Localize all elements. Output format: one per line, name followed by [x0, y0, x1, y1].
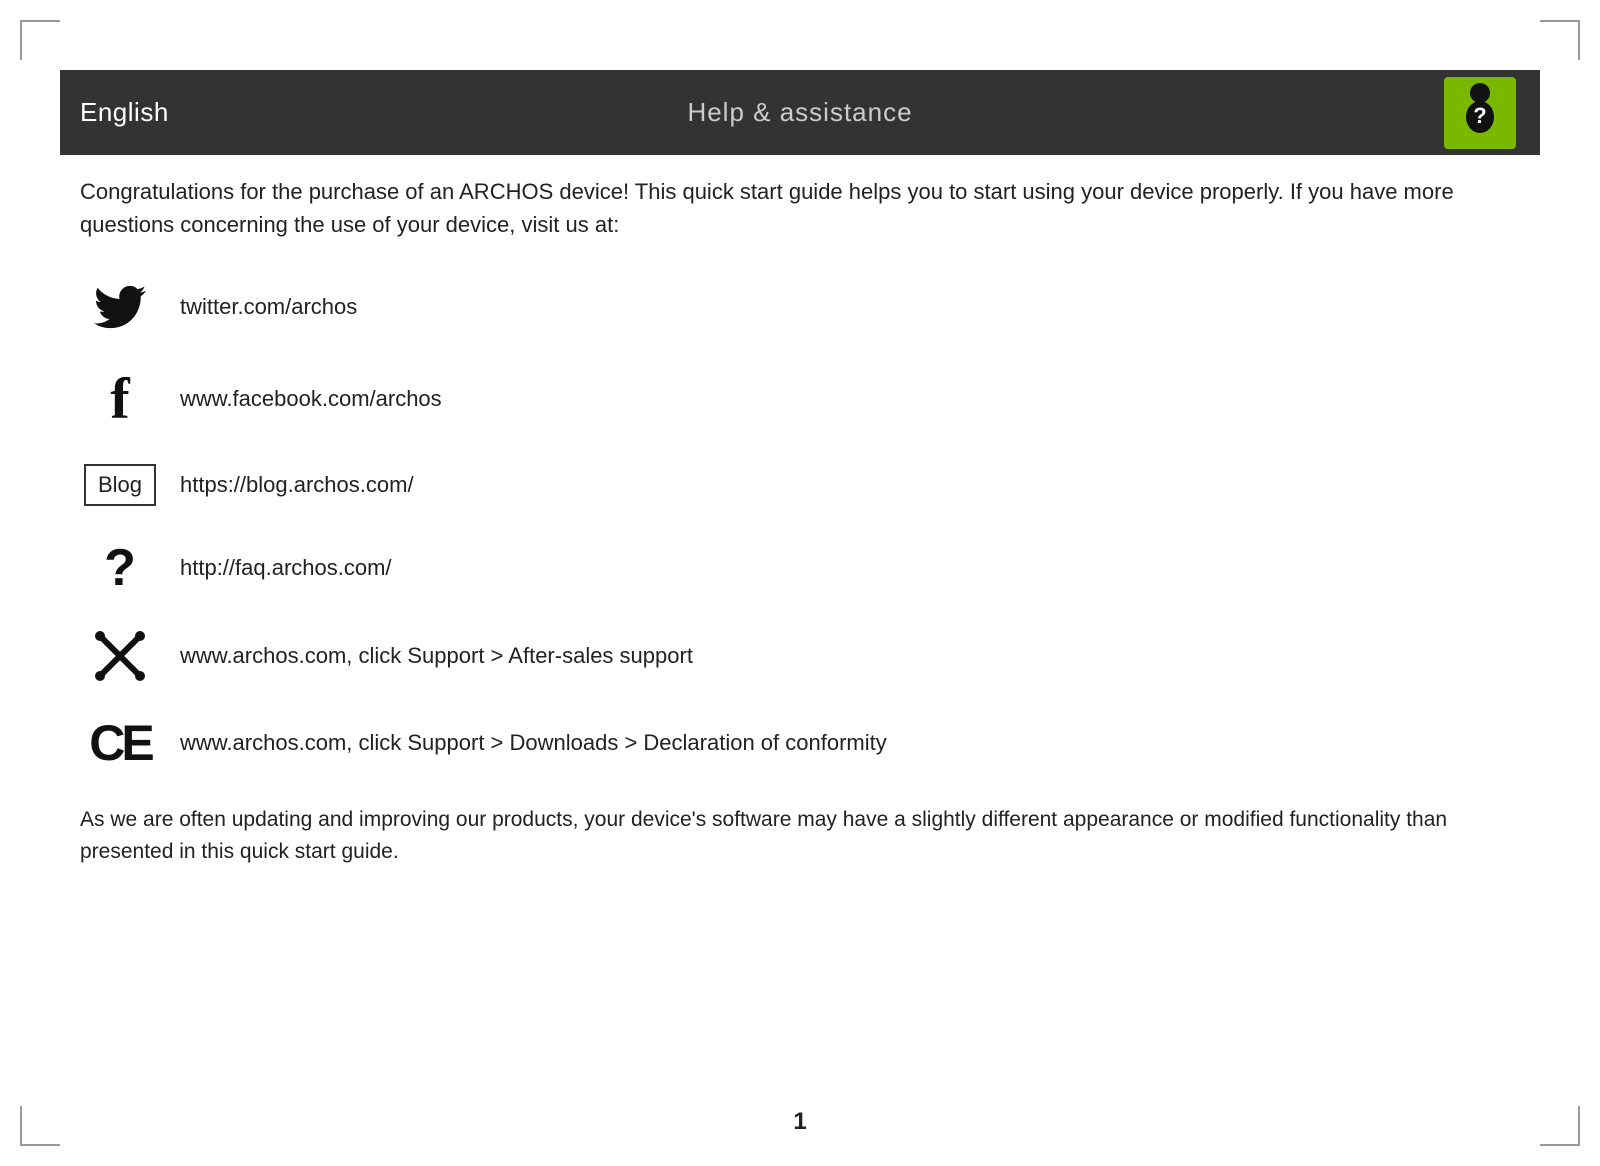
facebook-url: www.facebook.com/archos [180, 386, 442, 412]
list-item: Blog https://blog.archos.com/ [80, 464, 1520, 506]
twitter-url: twitter.com/archos [180, 294, 357, 320]
svg-text:?: ? [1473, 103, 1486, 128]
language-label: English [80, 97, 169, 128]
blog-icon: Blog [80, 464, 160, 506]
corner-mark-bl [20, 1106, 60, 1146]
faq-icon: ? [80, 538, 160, 598]
corner-mark-br [1540, 1106, 1580, 1146]
list-item: twitter.com/archos [80, 281, 1520, 333]
list-item: ? http://faq.archos.com/ [80, 538, 1520, 598]
page-title: Help & assistance [687, 97, 912, 128]
page-number: 1 [793, 1108, 806, 1136]
links-list: twitter.com/archos f www.facebook.com/ar… [80, 281, 1520, 772]
intro-paragraph: Congratulations for the purchase of an A… [80, 175, 1520, 241]
support-url: www.archos.com, click Support > After-sa… [180, 643, 693, 669]
list-item: www.archos.com, click Support > After-sa… [80, 630, 1520, 682]
main-content: Congratulations for the purchase of an A… [80, 175, 1520, 1086]
facebook-icon: f [80, 365, 160, 432]
twitter-icon [80, 281, 160, 333]
list-item: f www.facebook.com/archos [80, 365, 1520, 432]
faq-url: http://faq.archos.com/ [180, 555, 392, 581]
help-person-icon: ? [1444, 77, 1516, 149]
ce-mark-icon: CE [80, 714, 160, 772]
list-item: CE www.archos.com, click Support > Downl… [80, 714, 1520, 772]
corner-mark-tr [1540, 20, 1580, 60]
footer-paragraph: As we are often updating and improving o… [80, 804, 1520, 867]
help-icon-container: ? [1440, 73, 1520, 153]
support-icon [80, 630, 160, 682]
blog-url: https://blog.archos.com/ [180, 472, 414, 498]
ce-url: www.archos.com, click Support > Download… [180, 730, 887, 756]
header-bar: English Help & assistance ? [60, 70, 1540, 155]
corner-mark-tl [20, 20, 60, 60]
